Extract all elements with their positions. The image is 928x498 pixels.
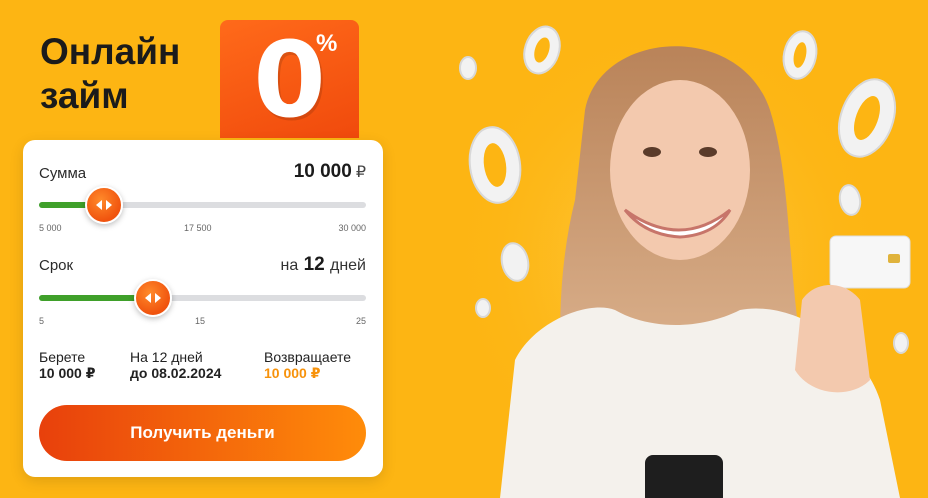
term-slider-thumb[interactable]	[134, 279, 173, 317]
summary-term: На 12 дней до 08.02.2024	[130, 349, 221, 381]
term-prefix: на	[280, 257, 299, 274]
amount-currency: ₽	[355, 164, 366, 181]
summary-return-label: Возвращаете	[264, 349, 352, 365]
headline: Онлайн займ	[40, 30, 180, 118]
amount-tick-min: 5 000	[39, 223, 62, 233]
promo-banner: Онлайн займ 0 % Сумма 10 000 ₽ 5 000 17 5…	[0, 0, 928, 498]
term-value: на 12 дней	[281, 254, 366, 276]
amount-tick-max: 30 000	[338, 223, 366, 233]
term-label: Срок	[39, 257, 74, 274]
woman-photo	[450, 20, 911, 498]
drag-arrows-icon	[96, 200, 113, 210]
term-tick-max: 25	[355, 316, 366, 326]
summary-term-label: На 12 дней	[130, 349, 203, 365]
term-tick-mid: 15	[195, 316, 206, 326]
term-slider[interactable]	[39, 295, 366, 301]
zero-digit: 0	[253, 19, 326, 141]
term-unit: дней	[329, 257, 366, 274]
summary-take: Берете 10 000 ₽	[39, 349, 95, 381]
summary-take-label: Берете	[39, 349, 86, 365]
summary-return: Возвращаете 10 000 ₽	[264, 349, 351, 381]
get-money-button[interactable]: Получить деньги	[39, 405, 366, 461]
amount-slider-thumb[interactable]	[85, 186, 124, 224]
drag-arrows-icon	[145, 293, 162, 303]
headline-line-1: Онлайн	[40, 31, 181, 72]
headline-line-2: займ	[40, 75, 129, 116]
amount-label: Сумма	[39, 165, 87, 182]
term-tick-min: 5	[39, 316, 45, 326]
term-number: 12	[303, 254, 325, 275]
amount-number: 10 000	[293, 161, 352, 182]
summary-term-value: до 08.02.2024	[130, 365, 222, 381]
phone	[645, 455, 723, 498]
percent-sign: %	[316, 30, 338, 57]
summary-take-value: 10 000 ₽	[39, 365, 96, 381]
loan-calculator: Сумма 10 000 ₽ 5 000 17 500 30 000 Срок н…	[23, 140, 383, 477]
amount-value: 10 000 ₽	[294, 161, 366, 183]
summary-return-value: 10 000 ₽	[264, 365, 321, 381]
amount-tick-mid: 17 500	[184, 223, 212, 233]
zero-percent-badge: 0	[220, 20, 359, 138]
